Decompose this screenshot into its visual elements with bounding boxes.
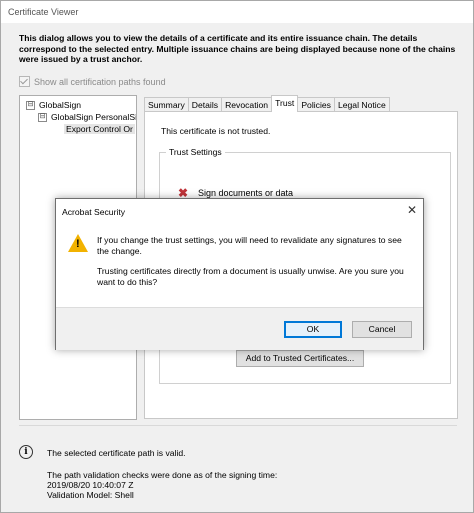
tree-item-label: GlobalSign PersonalSi xyxy=(51,112,137,122)
tab-summary[interactable]: Summary xyxy=(144,97,189,112)
trust-message: This certificate is not trusted. xyxy=(161,126,271,136)
collapse-icon[interactable]: ⊟ xyxy=(38,113,47,123)
validation-model: Validation Model: Shell xyxy=(47,490,134,500)
path-valid-text: The selected certificate path is valid. xyxy=(47,448,186,458)
sign-documents-label: Sign documents or data xyxy=(198,188,294,198)
info-icon: i xyxy=(19,445,33,459)
show-all-paths-label: Show all certification paths found xyxy=(34,76,166,87)
window-title: Certificate Viewer xyxy=(8,7,79,17)
title-bar: Certificate Viewer xyxy=(1,1,473,23)
tab-details[interactable]: Details xyxy=(187,97,223,112)
trust-settings-label: Trust Settings xyxy=(166,147,225,157)
tab-trust[interactable]: Trust xyxy=(271,95,299,112)
tree-item-globalsign-personalsign[interactable]: ⊟ GlobalSign PersonalSi xyxy=(38,112,137,123)
validation-time-label: The path validation checks were done as … xyxy=(47,470,278,480)
warning-exclamation: ! xyxy=(76,238,80,250)
tree-item-globalsign[interactable]: ⊟ GlobalSign xyxy=(26,100,82,111)
intro-text: This dialog allows you to view the detai… xyxy=(19,33,456,64)
cancel-button[interactable]: Cancel xyxy=(352,321,412,338)
tab-legal-notice[interactable]: Legal Notice xyxy=(333,97,390,112)
tab-strip: Summary Details Revocation Trust Policie… xyxy=(144,95,390,112)
certificate-viewer-window: Certificate Viewer This dialog allows yo… xyxy=(0,0,474,513)
close-icon[interactable]: ✕ xyxy=(407,203,417,217)
tree-item-label: Export Control Or xyxy=(66,124,133,134)
acrobat-security-dialog: Acrobat Security ✕ ! If you change the t… xyxy=(55,198,424,350)
tree-item-export-control[interactable]: Export Control Or xyxy=(64,124,135,134)
dialog-message-2: Trusting certificates directly from a do… xyxy=(97,266,404,287)
tab-revocation[interactable]: Revocation xyxy=(221,97,273,112)
dialog-footer: OK Cancel xyxy=(56,307,423,350)
validation-time-value: 2019/08/20 10:40:07 Z xyxy=(47,480,134,490)
dialog-title: Acrobat Security xyxy=(62,207,126,217)
divider xyxy=(19,425,457,426)
show-all-paths-checkbox[interactable] xyxy=(19,76,30,87)
dialog-message-1: If you change the trust settings, you wi… xyxy=(97,235,402,256)
collapse-icon[interactable]: ⊟ xyxy=(26,101,35,111)
tab-policies[interactable]: Policies xyxy=(297,97,335,112)
add-to-trusted-certificates-button[interactable]: Add to Trusted Certificates... xyxy=(236,350,364,367)
ok-button[interactable]: OK xyxy=(284,321,342,338)
tree-item-label: GlobalSign xyxy=(39,100,82,110)
show-all-paths-row[interactable]: Show all certification paths found xyxy=(19,76,166,87)
